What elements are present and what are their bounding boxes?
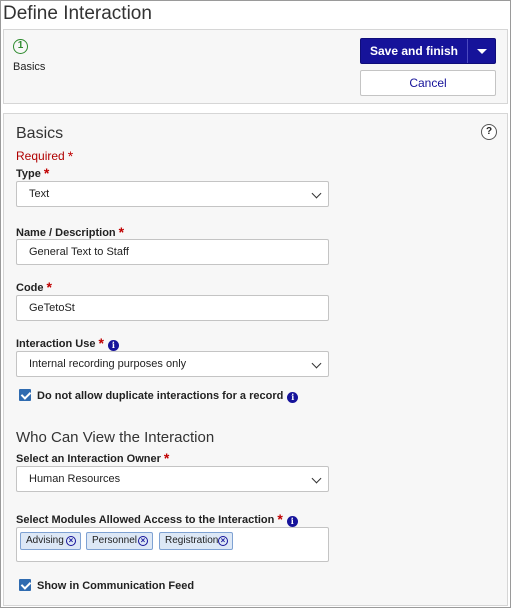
feed-label: Show in Communication Feed [37, 580, 195, 592]
modules-label: Select Modules Allowed Access to the Int… [16, 510, 298, 527]
save-and-finish-button[interactable]: Save and finish [360, 38, 496, 64]
chevron-down-icon [311, 358, 322, 369]
name-label-text: Name / Description [16, 227, 116, 239]
module-chip-label: Personnel [92, 535, 138, 546]
name-input-value: General Text to Staff [29, 246, 129, 258]
owner-select[interactable]: Human Resources [16, 466, 329, 492]
help-icon[interactable]: ? [481, 124, 497, 140]
save-options-dropdown[interactable] [467, 39, 495, 63]
no-duplicates-label: Do not allow duplicate interactions for … [37, 390, 284, 402]
remove-chip-icon[interactable]: × [138, 536, 148, 546]
type-select[interactable]: Text [16, 181, 329, 207]
basics-section-title: Basics [16, 125, 64, 142]
name-input[interactable]: General Text to Staff [16, 239, 329, 265]
chevron-down-icon [311, 188, 322, 199]
owner-label-text: Select an Interaction Owner [16, 453, 161, 465]
required-note-text: Required [16, 149, 65, 163]
view-section-title: Who Can View the Interaction [16, 429, 215, 446]
code-label-text: Code [16, 282, 44, 294]
save-and-finish-label[interactable]: Save and finish [361, 39, 467, 63]
required-star-icon: * [163, 450, 170, 466]
interaction-use-value: Internal recording purposes only [29, 358, 187, 370]
caret-down-icon [477, 49, 487, 54]
type-label: Type * [16, 164, 50, 181]
no-duplicates-row[interactable]: Do not allow duplicate interactions for … [19, 387, 299, 403]
no-duplicates-checkbox[interactable] [19, 389, 31, 401]
code-input-value: GeTetoSt [29, 302, 75, 314]
cancel-button[interactable]: Cancel [360, 70, 496, 96]
interaction-use-label: Interaction Use * i [16, 334, 119, 351]
info-icon[interactable]: i [286, 516, 298, 527]
code-input[interactable]: GeTetoSt [16, 295, 329, 321]
feed-checkbox[interactable] [19, 579, 31, 591]
modules-label-text: Select Modules Allowed Access to the Int… [16, 514, 275, 526]
wizard-header: 1 Basics Save and finish Cancel [3, 29, 508, 104]
interaction-use-select[interactable]: Internal recording purposes only [16, 351, 329, 377]
chevron-down-icon [311, 473, 322, 484]
module-chip-label: Registration [165, 535, 219, 546]
remove-chip-icon[interactable]: × [66, 536, 76, 546]
owner-label: Select an Interaction Owner * [16, 449, 170, 466]
type-select-value: Text [29, 188, 50, 200]
remove-chip-icon[interactable]: × [218, 536, 228, 546]
module-chip: Registration × [159, 532, 233, 550]
basics-panel: ? Basics Required * Type * Text Name / Des… [3, 113, 508, 606]
module-chip-label: Advising [26, 535, 64, 546]
code-label: Code * [16, 278, 52, 295]
required-star-icon: * [277, 511, 283, 527]
required-star-icon: * [46, 279, 52, 295]
required-star-icon: * [43, 165, 50, 181]
feed-row[interactable]: Show in Communication Feed [19, 577, 194, 592]
name-label: Name / Description * [16, 223, 125, 240]
modules-multiselect[interactable]: Advising × Personnel × Registration × [16, 527, 329, 562]
required-star-icon: * [118, 224, 125, 240]
page-title: Define Interaction [3, 3, 152, 24]
info-icon[interactable]: i [107, 340, 119, 351]
required-note: Required * [16, 147, 74, 164]
interaction-use-label-text: Interaction Use [16, 338, 96, 350]
step-label[interactable]: Basics [13, 61, 45, 73]
window-frame: Define Interaction 1 Basics Save and fin… [0, 0, 511, 608]
step-number-icon[interactable]: 1 [13, 39, 28, 54]
module-chip: Advising × [20, 532, 81, 550]
type-label-text: Type [16, 168, 41, 180]
owner-select-value: Human Resources [29, 473, 121, 485]
info-icon[interactable]: i [287, 392, 299, 403]
required-star-icon: * [98, 335, 104, 351]
required-star-icon: * [67, 148, 74, 164]
module-chip: Personnel × [86, 532, 153, 550]
